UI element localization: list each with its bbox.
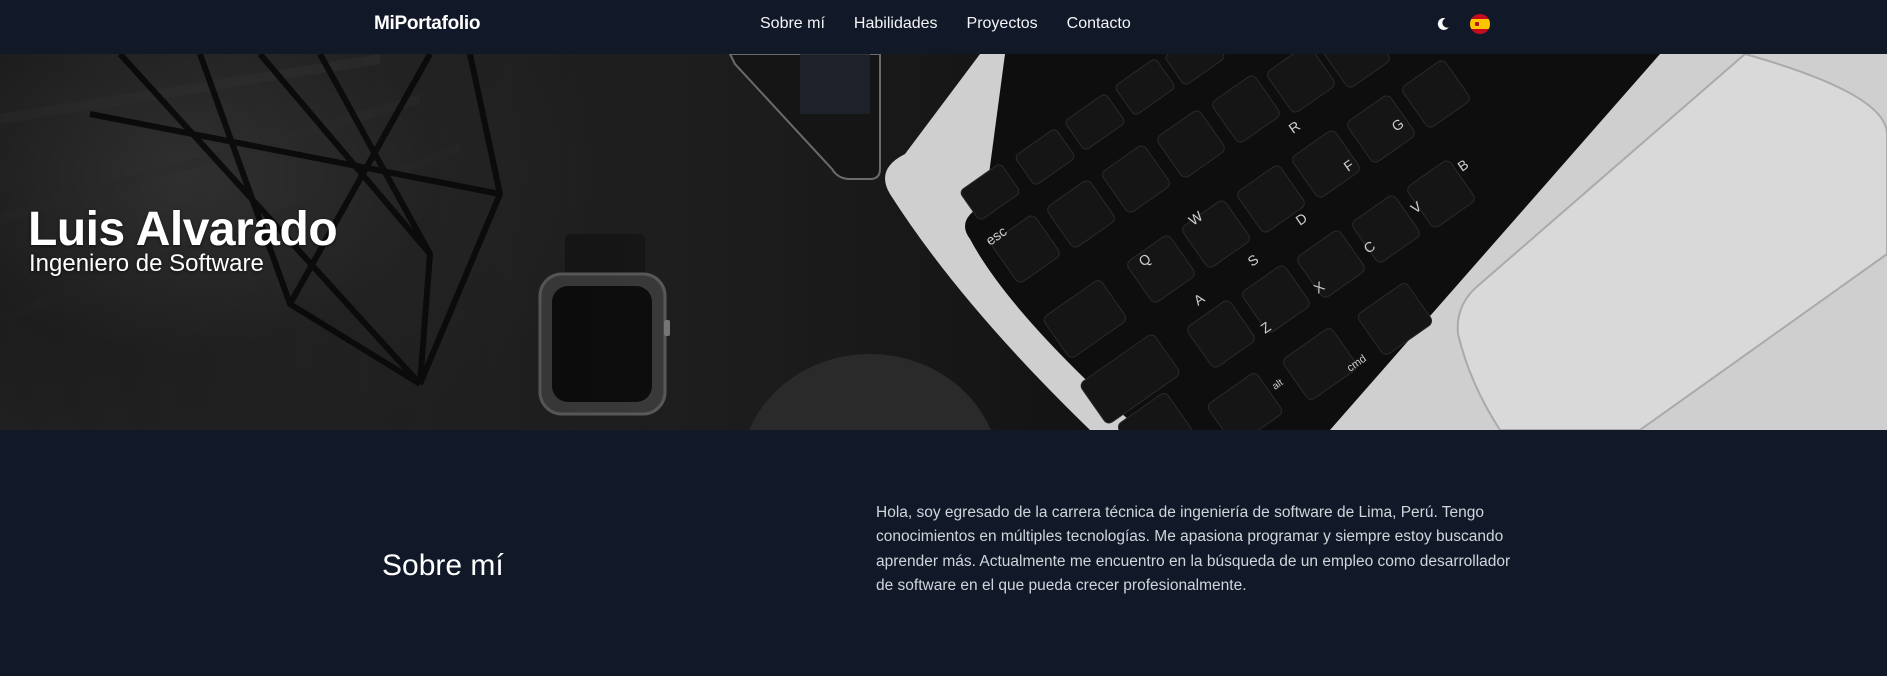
nav-link-contacto[interactable]: Contacto <box>1067 15 1131 33</box>
spain-flag-icon[interactable] <box>1470 14 1490 34</box>
moon-icon[interactable] <box>1433 14 1453 34</box>
hero-role: Ingeniero de Software <box>29 250 264 277</box>
nav-links: Sobre mí Habilidades Proyectos Contacto <box>760 15 1131 33</box>
hero-banner: esc Q W A S D Z X C V B G F R cmd alt ct… <box>0 54 1887 430</box>
nav-link-sobre-mi[interactable]: Sobre mí <box>760 15 825 33</box>
about-paragraph: Hola, soy egresado de la carrera técnica… <box>876 503 1511 595</box>
nav-link-habilidades[interactable]: Habilidades <box>854 15 938 33</box>
about-heading: Sobre mí <box>382 548 504 582</box>
nav-actions <box>1433 14 1490 34</box>
hero-name: Luis Alvarado <box>28 203 338 256</box>
nav-link-proyectos[interactable]: Proyectos <box>967 15 1038 33</box>
brand-logo[interactable]: MiPortafolio <box>374 13 480 35</box>
navbar: MiPortafolio Sobre mí Habilidades Proyec… <box>0 0 1887 54</box>
